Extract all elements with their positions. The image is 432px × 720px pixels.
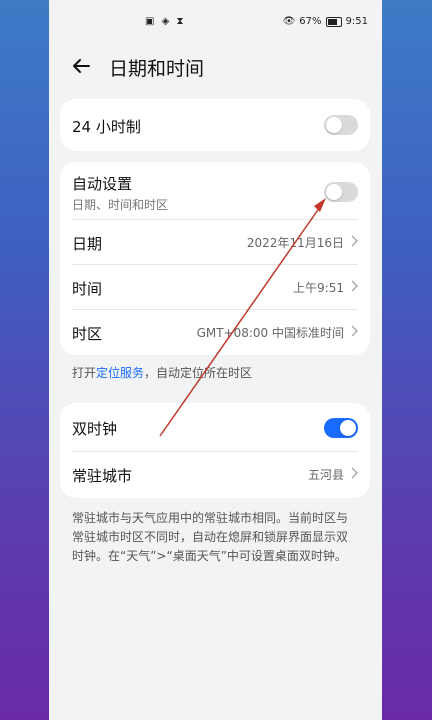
status-left-icons: ▣ ◈ ⧗ <box>145 16 186 27</box>
label-date: 日期 <box>72 235 103 253</box>
eye-icon: 👁 <box>282 16 296 27</box>
header: 日期和时间 <box>49 48 382 84</box>
note-prefix: 打开 <box>72 366 97 380</box>
label-time: 时间 <box>72 280 103 298</box>
location-service-link[interactable]: 定位服务 <box>96 366 144 380</box>
label-home-city: 常驻城市 <box>72 467 133 485</box>
label-timezone: 时区 <box>72 325 103 343</box>
page-title: 日期和时间 <box>109 58 205 80</box>
label-auto-set: 自动设置 <box>72 175 133 193</box>
sub-auto-set: 日期、时间和时区 <box>72 198 169 212</box>
toggle-24h[interactable] <box>324 115 358 135</box>
toggle-dual-clock[interactable] <box>324 418 358 438</box>
label-24h: 24 小时制 <box>72 118 141 136</box>
row-time[interactable]: 时间 上午9:51 <box>60 265 370 309</box>
row-home-city[interactable]: 常驻城市 五河县 <box>60 452 370 496</box>
battery-percent: 67% <box>299 16 322 27</box>
row-24h[interactable]: 24 小时制 <box>60 99 370 151</box>
row-timezone[interactable]: 时区 GMT+08:00 中国标准时间 <box>60 310 370 354</box>
status-bar: ▣ ◈ ⧗ 👁 67% 9:51 <box>49 0 382 44</box>
value-date: 2022年11月16日 <box>246 236 344 250</box>
label-dual-clock: 双时钟 <box>72 420 118 438</box>
row-auto-set[interactable]: 自动设置 日期、时间和时区 <box>60 162 370 218</box>
card-24h: 24 小时制 <box>60 99 370 151</box>
row-date[interactable]: 日期 2022年11月16日 <box>60 220 370 264</box>
clock: 9:51 <box>345 16 368 27</box>
location-note: 打开定位服务，自动定位所在时区 <box>72 364 362 383</box>
value-home-city: 五河县 <box>307 468 344 482</box>
card-datetime: 自动设置 日期、时间和时区 日期 2022年11月16日 时间 上午9:51 时… <box>60 162 370 355</box>
back-arrow-icon[interactable] <box>69 54 93 78</box>
card-dual-clock: 双时钟 常驻城市 五河县 <box>60 403 370 498</box>
toggle-auto-set[interactable] <box>324 182 358 202</box>
value-timezone: GMT+08:00 中国标准时间 <box>196 326 344 340</box>
phone-screen: ▣ ◈ ⧗ 👁 67% 9:51 日期和时间 24 小时制 自动设置 日期、时间… <box>49 0 382 720</box>
chevron-right-icon <box>351 280 358 292</box>
chevron-right-icon <box>351 467 358 479</box>
chevron-right-icon <box>351 235 358 247</box>
row-dual-clock[interactable]: 双时钟 <box>60 403 370 451</box>
dual-clock-note: 常驻城市与天气应用中的常驻城市相同。当前时区与常驻城市时区不同时，自动在熄屏和锁… <box>72 511 349 563</box>
battery-icon <box>325 16 342 27</box>
chevron-right-icon <box>351 325 358 337</box>
value-time: 上午9:51 <box>293 281 344 295</box>
status-right: 👁 67% 9:51 <box>283 16 368 27</box>
note-suffix: ，自动定位所在时区 <box>144 366 253 380</box>
